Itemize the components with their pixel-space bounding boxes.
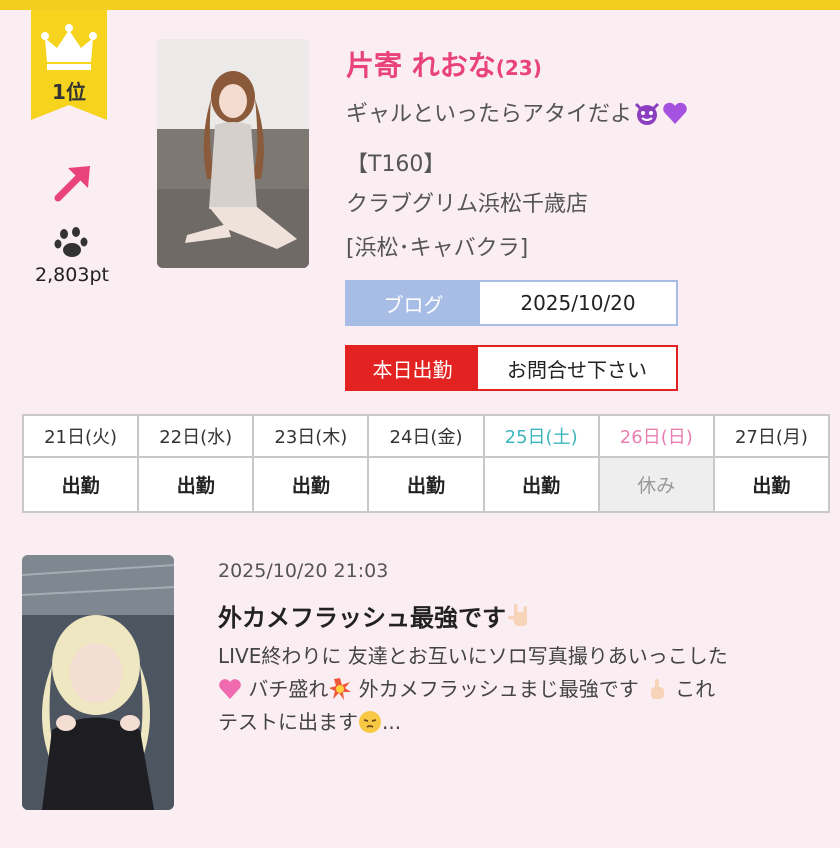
weekly-schedule: 21日(火) 22日(水) 23日(木) 24日(金) 25日(土) 26日(日… (21, 414, 831, 513)
collision-icon (329, 678, 352, 700)
schedule-status: 出勤 (252, 456, 370, 513)
blog-excerpt-part: 外カメフラッシュまじ最強です (352, 677, 639, 701)
blog-post-excerpt[interactable]: LIVE終わりに 友達とお互いにソロ写真撮りあいっこした バチ盛れ 外カメフラッ… (218, 640, 832, 739)
cast-height: 【T160】 (346, 152, 446, 177)
schedule-day-row: 21日(火) 22日(水) 23日(木) 24日(金) 25日(土) 26日(日… (21, 414, 831, 458)
cast-photo[interactable] (157, 39, 309, 268)
blog-excerpt-part: バチ盛れ (242, 677, 329, 701)
schedule-day-saturday: 25日(土) (482, 414, 600, 458)
catchphrase-text: ギャルといったらアタイだよ (346, 102, 633, 127)
cast-catchphrase: ギャルといったらアタイだよ (346, 96, 688, 128)
top-accent-bar (0, 0, 840, 10)
schedule-status: 出勤 (367, 456, 485, 513)
schedule-status: 出勤 (21, 456, 140, 513)
shop-area: [浜松･キャバクラ] (346, 236, 529, 261)
shop-name[interactable]: クラブグリム浜松千歳店 (346, 186, 588, 218)
schedule-day-sunday: 26日(日) (597, 414, 715, 458)
blog-thumbnail[interactable] (22, 555, 174, 810)
schedule-day: 24日(金) (367, 414, 485, 458)
cast-name-text: 片寄 れおな (346, 49, 496, 82)
blog-update-pill[interactable]: ブログ 2025/10/20 (345, 280, 678, 326)
schedule-status-off: 休み (597, 456, 715, 513)
rank-label: 1位 (52, 80, 86, 104)
purple-heart-icon (663, 102, 687, 124)
schedule-day: 23日(木) (252, 414, 370, 458)
up-right-arrow-icon (54, 166, 90, 202)
blog-post-datetime: 2025/10/20 21:03 (218, 560, 389, 582)
devil-emoji-icon (634, 102, 660, 125)
blog-excerpt-part: これ (668, 677, 716, 701)
cast-name[interactable]: 片寄 れおな(23) (346, 44, 542, 84)
pensive-face-icon (359, 711, 381, 733)
schedule-day: 21日(火) (21, 414, 140, 458)
blog-label: ブログ (347, 282, 480, 324)
points-value: 2,803pt (35, 264, 109, 286)
schedule-status: 出勤 (712, 456, 831, 513)
pointing-up-icon (650, 679, 664, 699)
blog-excerpt-part: テストに出ます (218, 710, 358, 734)
blog-excerpt-line-3: テストに出ます... (218, 706, 832, 739)
blog-excerpt-line-1: LIVE終わりに 友達とお互いにソロ写真撮りあいっこした (218, 644, 728, 668)
today-work-value: お問合せ下さい (478, 347, 676, 389)
today-work-pill[interactable]: 本日出勤 お問合せ下さい (345, 345, 678, 391)
today-work-label: 本日出勤 (347, 347, 478, 389)
cast-age: (23) (495, 56, 542, 80)
schedule-status: 出勤 (482, 456, 600, 513)
schedule-day: 22日(水) (137, 414, 255, 458)
blog-post-title[interactable]: 外カメフラッシュ最強です (218, 598, 534, 633)
love-you-gesture-icon (508, 604, 527, 626)
blog-excerpt-line-2: バチ盛れ 外カメフラッシュまじ最強です これ (218, 673, 832, 706)
pink-heart-icon (219, 679, 241, 699)
blog-date: 2025/10/20 (480, 282, 676, 324)
paw-icon (54, 227, 88, 257)
blog-excerpt-ellipsis: ... (382, 710, 402, 734)
schedule-day: 27日(月) (712, 414, 831, 458)
blog-post-title-text: 外カメフラッシュ最強です (218, 604, 506, 632)
schedule-status: 出勤 (137, 456, 255, 513)
schedule-status-row: 出勤 出勤 出勤 出勤 出勤 休み 出勤 (21, 456, 831, 513)
